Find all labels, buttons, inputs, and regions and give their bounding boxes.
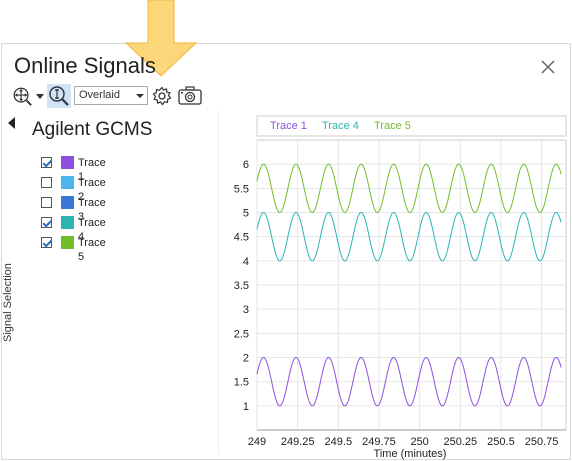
x-tick-label: 249.5 — [325, 436, 353, 448]
y-tick-label: 1.5 — [234, 377, 249, 389]
y-tick-label: 3.5 — [234, 280, 249, 292]
y-tick-label: 2.5 — [234, 328, 249, 340]
y-tick-label: 4 — [243, 256, 249, 268]
x-tick-label: 249.25 — [281, 436, 315, 448]
x-tick-label: 250.75 — [525, 436, 559, 448]
x-tick-label: 249.75 — [362, 436, 396, 448]
legend-entry: Trace 5 — [374, 120, 411, 132]
y-tick-label: 5 — [243, 208, 249, 220]
y-tick-label: 3 — [243, 304, 249, 316]
x-tick-label: 250 — [410, 436, 428, 448]
y-tick-label: 5.5 — [234, 183, 249, 195]
legend-entry: Trace 1 — [270, 120, 307, 132]
legend-entry: Trace 4 — [322, 120, 359, 132]
x-tick-label: 249 — [248, 436, 266, 448]
x-axis-label: Time (minutes) — [374, 448, 447, 460]
y-tick-label: 1 — [243, 401, 249, 413]
x-tick-label: 250.25 — [443, 436, 477, 448]
y-tick-label: 4.5 — [234, 232, 249, 244]
x-tick-label: 250.5 — [487, 436, 515, 448]
y-tick-label: 6 — [243, 159, 249, 171]
signal-chart: Trace 1 Trace 4 Trace 5 1 1.5 2 2.5 3 3.5 4 4.5 5 5.… — [234, 115, 567, 460]
y-tick-label: 2 — [243, 353, 249, 365]
